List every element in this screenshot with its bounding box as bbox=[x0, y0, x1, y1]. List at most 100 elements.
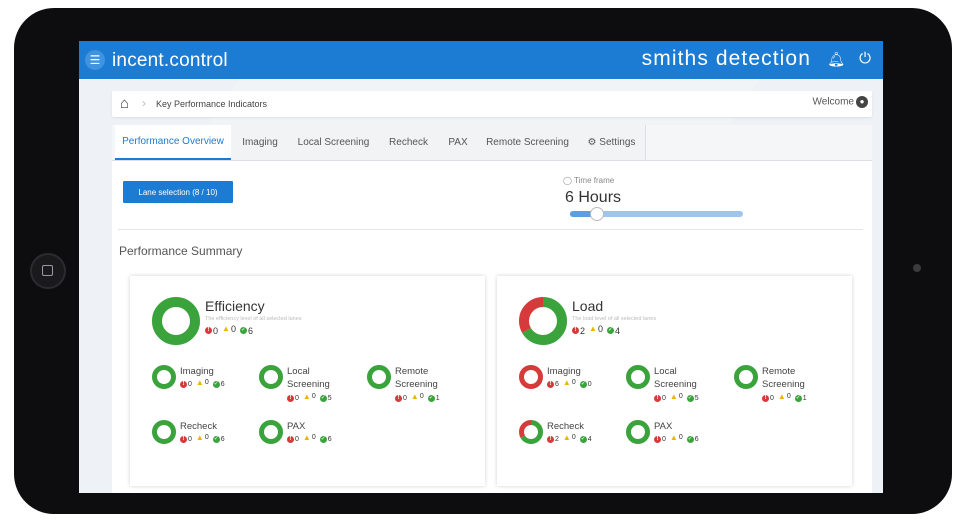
ok-count: ✓ 1 bbox=[794, 395, 807, 402]
kpi-label: Local Screening bbox=[287, 366, 330, 390]
tab-pax[interactable]: PAX bbox=[439, 125, 478, 160]
efficiency-donut bbox=[152, 297, 200, 350]
tab-performance-overview[interactable]: Performance Overview bbox=[115, 125, 232, 160]
divider bbox=[118, 229, 863, 230]
app-title: incent.control bbox=[112, 50, 228, 71]
alert-count: ! 0 bbox=[395, 395, 407, 402]
tab-settings[interactable]: ⚙ Settings bbox=[578, 125, 646, 160]
warning-icon: ▲ bbox=[669, 392, 678, 401]
menu-icon[interactable]: ☰ bbox=[85, 50, 105, 70]
alert-count: ! 6 bbox=[547, 381, 559, 388]
kpi-donut bbox=[367, 365, 391, 394]
kpi-label: PAX bbox=[287, 421, 306, 432]
warning-count: ▲ 0 bbox=[777, 392, 791, 401]
ok-count: ✓ 6 bbox=[319, 436, 332, 443]
tab-imaging[interactable]: Imaging bbox=[231, 125, 290, 160]
bell-icon[interactable]: 🔔︎ bbox=[827, 51, 845, 68]
tab-local-screening[interactable]: Local Screening bbox=[289, 125, 379, 160]
warning-icon: ▲ bbox=[195, 378, 204, 387]
user-menu[interactable]: Welcome ● bbox=[812, 96, 868, 108]
alert-count: ! 0 bbox=[762, 395, 774, 402]
kpi-label: Recheck bbox=[180, 421, 217, 432]
warning-icon: ▲ bbox=[302, 433, 311, 442]
timeframe-label: ◯ Time frame bbox=[563, 176, 615, 185]
check-icon: ✓ bbox=[319, 436, 327, 443]
power-icon[interactable]: ⏻ bbox=[859, 50, 871, 67]
check-icon: ✓ bbox=[606, 327, 614, 334]
timeframe-slider-thumb[interactable] bbox=[589, 207, 604, 221]
kpi-label: Remote Screening bbox=[395, 366, 438, 390]
alert-icon: ! bbox=[547, 381, 554, 388]
alert-icon: ! bbox=[654, 395, 661, 402]
lane-selection-button[interactable]: Lane selection (8 / 10) bbox=[123, 181, 233, 203]
tab-remote-screening[interactable]: Remote Screening bbox=[477, 125, 579, 160]
ok-count: ✓ 6 bbox=[239, 325, 253, 336]
alert-count: ! 0 bbox=[654, 436, 666, 443]
check-icon: ✓ bbox=[794, 395, 802, 402]
card-title: Efficiency bbox=[205, 298, 265, 314]
card-stats: ! 0 ▲ 0 ✓ 6 bbox=[205, 323, 257, 336]
kpi-stats: ! 0 ▲ 0 ✓ 6 bbox=[180, 378, 229, 388]
check-icon: ✓ bbox=[212, 436, 220, 443]
alert-count: ! 2 bbox=[572, 326, 585, 336]
warning-count: ▲ 0 bbox=[562, 378, 576, 387]
check-icon: ✓ bbox=[686, 395, 694, 402]
warning-count: ▲ 0 bbox=[410, 392, 424, 401]
warning-count: ▲ 0 bbox=[589, 323, 603, 334]
home-icon[interactable]: ⌂ bbox=[120, 95, 129, 112]
ok-count: ✓ 4 bbox=[579, 436, 592, 443]
kpi-stats: ! 0 ▲ 0 ✓ 5 bbox=[654, 392, 703, 402]
alert-icon: ! bbox=[205, 327, 212, 334]
ok-count: ✓ 6 bbox=[686, 436, 699, 443]
load-card: Load The load level of all selected lanes… bbox=[497, 276, 852, 486]
kpi-stats: ! 0 ▲ 0 ✓ 6 bbox=[287, 433, 336, 443]
check-icon: ✓ bbox=[427, 395, 435, 402]
warning-count: ▲ 0 bbox=[302, 433, 316, 442]
ok-count: ✓ 6 bbox=[212, 381, 225, 388]
kpi-stats: ! 0 ▲ 0 ✓ 6 bbox=[654, 433, 703, 443]
check-icon: ✓ bbox=[686, 436, 694, 443]
kpi-donut bbox=[152, 365, 176, 394]
tablet-camera bbox=[913, 264, 921, 272]
load-donut bbox=[519, 297, 567, 350]
alert-icon: ! bbox=[395, 395, 402, 402]
alert-icon: ! bbox=[287, 395, 294, 402]
kpi-label: Local Screening bbox=[654, 366, 697, 390]
alert-count: ! 0 bbox=[180, 381, 192, 388]
kpi-donut bbox=[259, 365, 283, 394]
alert-icon: ! bbox=[572, 327, 579, 334]
warning-icon: ▲ bbox=[302, 392, 311, 401]
tab-recheck[interactable]: Recheck bbox=[378, 125, 440, 160]
alert-icon: ! bbox=[547, 436, 554, 443]
timeframe-value: 6 Hours bbox=[565, 189, 622, 206]
alert-icon: ! bbox=[180, 436, 187, 443]
top-bar: ☰ incent.control smiths detection 🔔︎ ⏻ bbox=[79, 41, 883, 79]
timeframe-slider[interactable] bbox=[570, 207, 743, 221]
user-avatar-icon: ● bbox=[856, 96, 868, 108]
ok-count: ✓ 6 bbox=[212, 436, 225, 443]
check-icon: ✓ bbox=[319, 395, 327, 402]
warning-count: ▲ 0 bbox=[562, 433, 576, 442]
kpi-donut bbox=[259, 420, 283, 449]
alert-icon: ! bbox=[654, 436, 661, 443]
ok-count: ✓ 5 bbox=[319, 395, 332, 402]
alert-icon: ! bbox=[287, 436, 294, 443]
clock-icon: ◯ bbox=[563, 176, 572, 185]
warning-icon: ▲ bbox=[562, 378, 571, 387]
warning-icon: ▲ bbox=[410, 392, 419, 401]
breadcrumb: ⌂ › Key Performance Indicators Welcome ● bbox=[112, 91, 872, 117]
alert-count: ! 0 bbox=[287, 395, 299, 402]
app-screen: ☰ incent.control smiths detection 🔔︎ ⏻ ⌂… bbox=[79, 41, 883, 493]
alert-count: ! 0 bbox=[205, 326, 218, 336]
welcome-text: Welcome bbox=[812, 96, 855, 108]
tablet-home-button[interactable] bbox=[30, 253, 66, 289]
warning-icon: ▲ bbox=[589, 324, 597, 333]
ok-count: ✓ 5 bbox=[686, 395, 699, 402]
card-subtitle: The efficiency level of all selected lan… bbox=[205, 316, 302, 322]
alert-count: ! 2 bbox=[547, 436, 559, 443]
kpi-label: Recheck bbox=[547, 421, 584, 432]
kpi-donut bbox=[734, 365, 758, 394]
alert-icon: ! bbox=[762, 395, 769, 402]
warning-icon: ▲ bbox=[777, 392, 786, 401]
summary-title: Performance Summary bbox=[119, 244, 243, 258]
